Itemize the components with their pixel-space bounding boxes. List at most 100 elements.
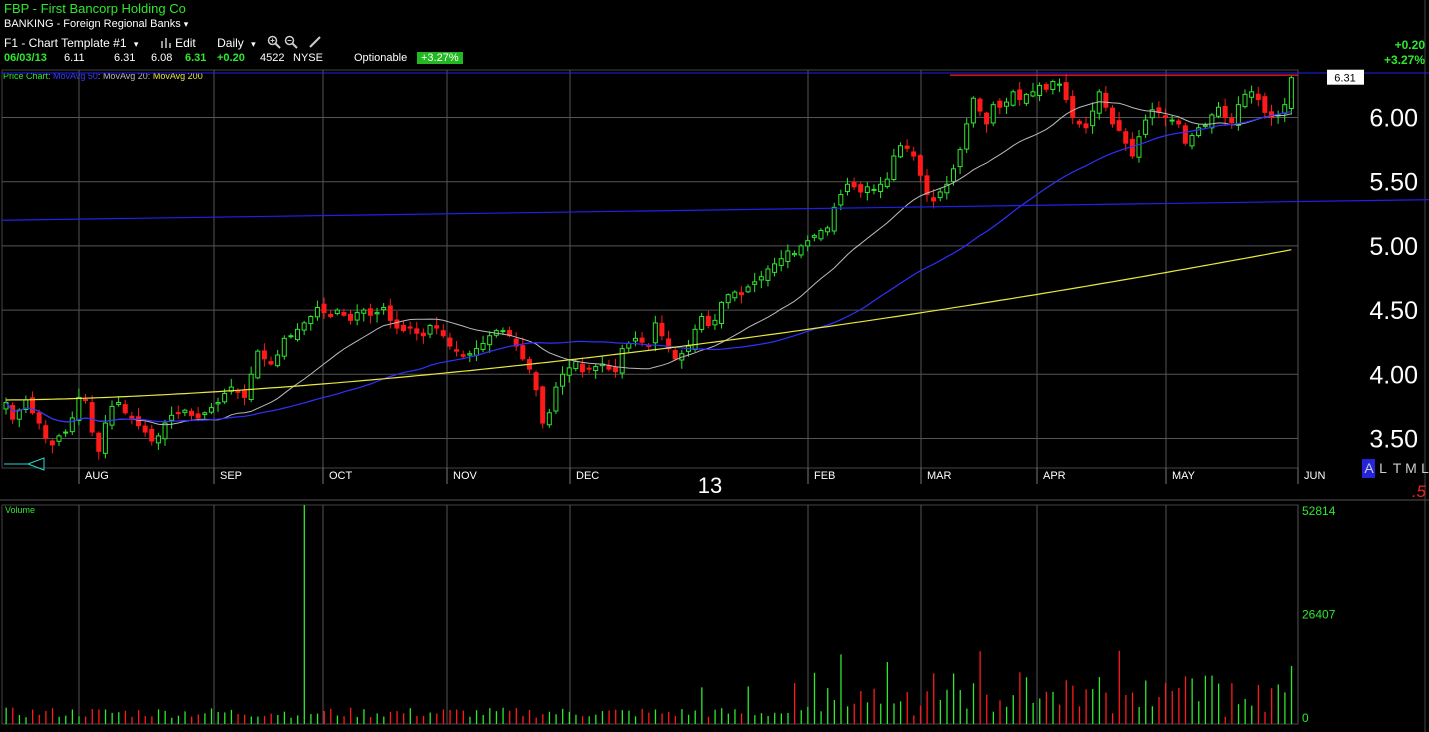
candle-body [798,245,804,256]
volume-bar [893,703,895,724]
volume-bar [403,713,405,724]
volume-bar [204,713,206,724]
candle-body [1103,92,1109,108]
candle-body [1090,110,1096,127]
volume-bar [1171,690,1173,724]
candle-body [381,307,387,311]
volume-bar [297,715,299,724]
candle-body [1056,83,1062,86]
candle-body [864,186,870,193]
candle-body [10,404,16,420]
candle-body [16,409,22,420]
volume-bar [1092,689,1094,724]
candle-body [215,402,221,405]
candle-body [626,342,632,349]
volume-bar [363,709,365,724]
candle-body [109,405,115,426]
candle-body [1083,123,1089,129]
candle-body [964,123,970,150]
candle-body [778,258,784,266]
price-tick-label: 5.50 [1369,169,1418,197]
candle-body [367,308,373,316]
candle-body [924,175,930,196]
volume-bar [774,712,776,724]
volume-bar [687,714,690,724]
candle-body [222,393,228,403]
volume-bar [999,700,1001,724]
volume-series [5,505,1293,724]
volume-bar [873,688,875,724]
volume-bar [224,712,226,724]
candle-body [586,367,592,370]
candle-body [341,312,347,316]
volume-bar [886,662,889,724]
month-label: JUN [1304,470,1325,482]
candle-body [725,294,731,304]
candle-body [632,337,638,342]
volume-bar [966,708,968,724]
volume-bar [528,709,531,724]
candle-body [844,183,850,193]
candle-body [1222,105,1228,119]
candle-body [911,151,917,157]
volume-bar [1072,685,1074,724]
candle-body [189,410,195,416]
volume-bar [330,708,332,724]
candle-body [116,402,122,405]
candle-body [401,325,407,332]
volume-bar [668,711,670,724]
volume-bar [740,713,743,724]
volume-bar [157,709,160,724]
volume-bar [754,715,756,724]
candle-body [904,145,910,149]
volume-bar [588,716,590,724]
volume-bar [913,715,915,724]
volume-bar [409,708,411,724]
axis-flag: T [1393,460,1402,476]
volume-bar [568,711,570,724]
volume-bar [952,673,955,724]
volume-bar [959,690,961,724]
volume-bar [171,717,173,724]
candle-body [785,250,791,262]
candle-body [573,360,579,370]
candle-body [791,253,797,256]
candle-body [288,335,294,338]
volume-bar [860,691,862,724]
candle-body [1136,136,1142,158]
volume-bar [820,711,822,724]
candle-body [155,435,161,444]
candle-body [242,390,248,398]
volume-bar [747,686,749,724]
candle-body [1202,124,1208,127]
candle-body [520,345,526,360]
volume-bar [1198,701,1200,724]
volume-bar [674,715,676,724]
candle-body [639,337,645,343]
price-volume-chart[interactable]: 6.00 5.50 5.00 4.50 4.00 3.50 AUG SEP OCT NOV DEC F… [0,0,1429,732]
volume-bar [38,714,40,724]
volume-bar [628,710,630,724]
volume-bar [1231,683,1233,724]
month-label: FEB [814,470,835,482]
candle-body [1063,82,1069,101]
volume-bar [714,709,716,724]
candle-body [314,307,320,318]
volume-bar [383,716,385,724]
candle-body [712,319,718,326]
volume-bar [1178,687,1180,724]
volume-tick-label: 26407 [1302,608,1336,622]
candle-body [354,312,360,321]
volume-bar [104,709,107,724]
volume-bar [654,709,657,724]
volume-bar [138,710,140,724]
candle-body [1229,117,1235,124]
volume-bar [151,716,153,724]
candle-body [281,337,287,357]
ma50-line [5,110,1292,423]
volume-bar [5,707,7,724]
candle-body [460,354,466,357]
candle-body [1176,120,1182,125]
volume-bar [316,713,319,724]
candle-body [1050,81,1056,90]
